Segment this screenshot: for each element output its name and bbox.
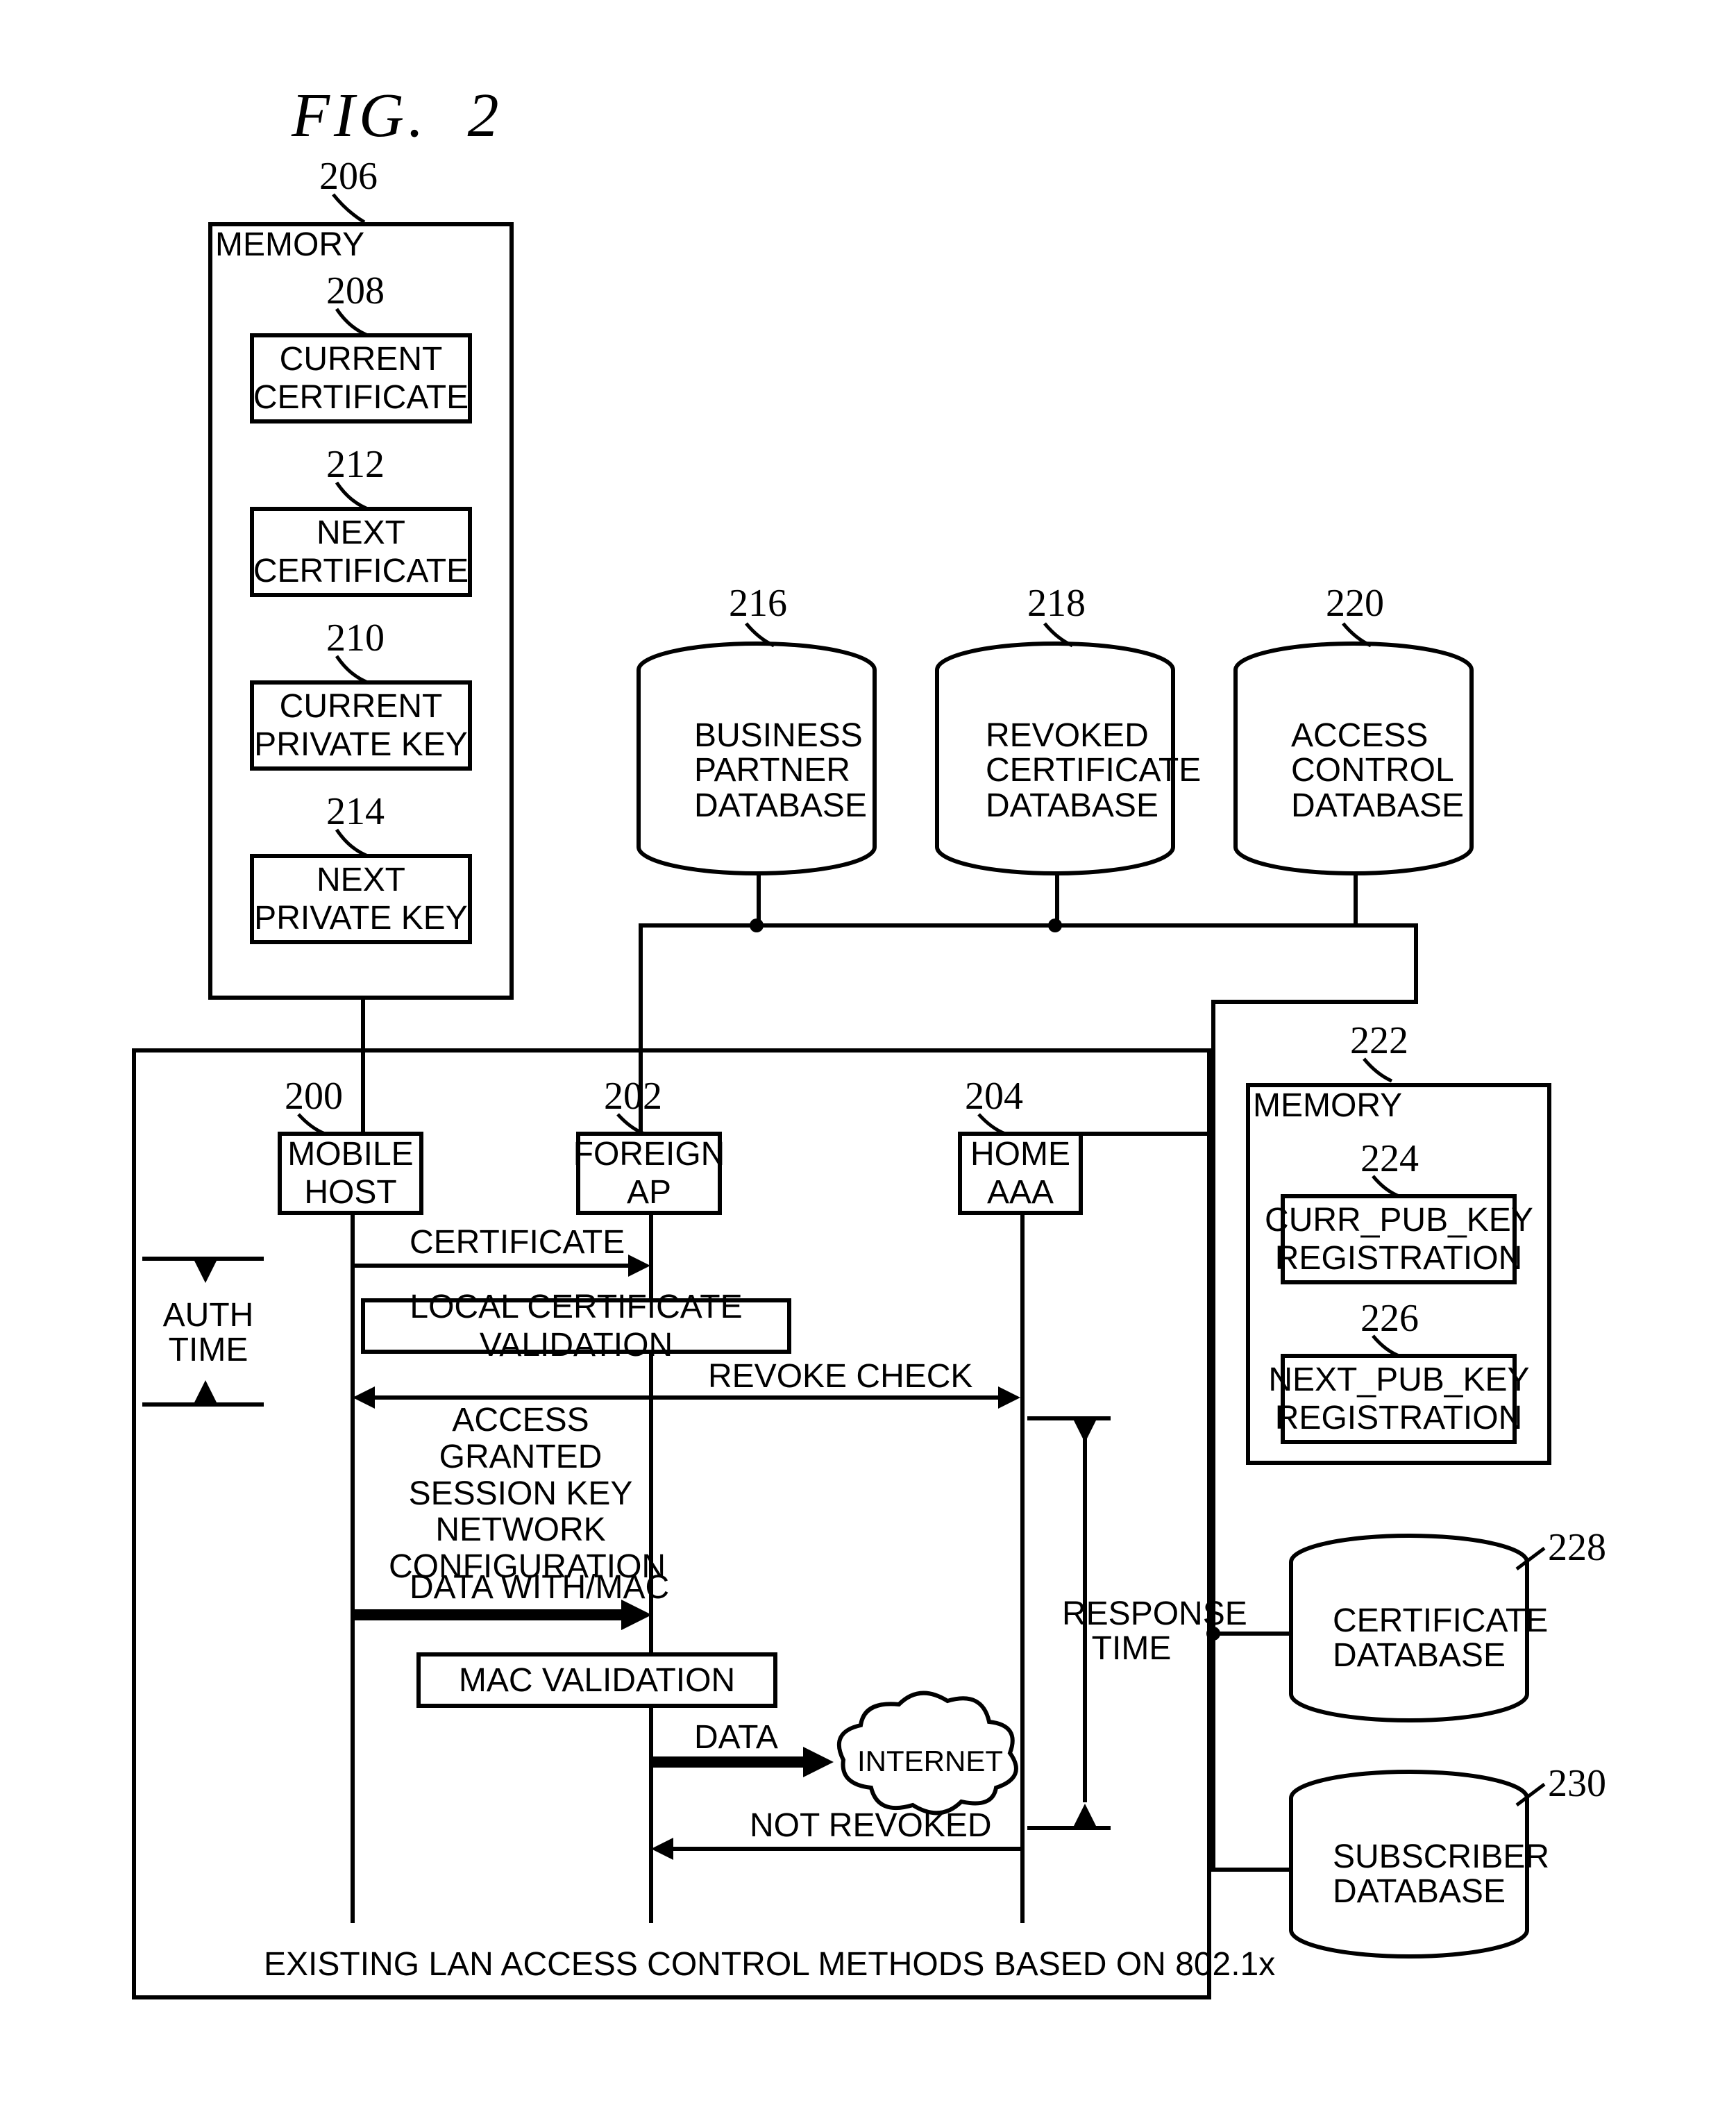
notrev-arrow [651,1838,673,1860]
resp-time-label: RESPONSE TIME [1062,1597,1201,1667]
notrev-label: NOT REVOKED [750,1809,992,1843]
resp-top-h [1027,1416,1111,1420]
resp-arrow-down [1074,1420,1096,1443]
internet-cloud [0,0,1736,2105]
notrev-line [673,1847,1020,1851]
footer-label: EXISTING LAN ACCESS CONTROL METHODS BASE… [264,1947,1275,1982]
internet-label: INTERNET [857,1746,1003,1777]
resp-bot-h [1027,1826,1111,1830]
resp-arrow-up [1074,1804,1096,1826]
